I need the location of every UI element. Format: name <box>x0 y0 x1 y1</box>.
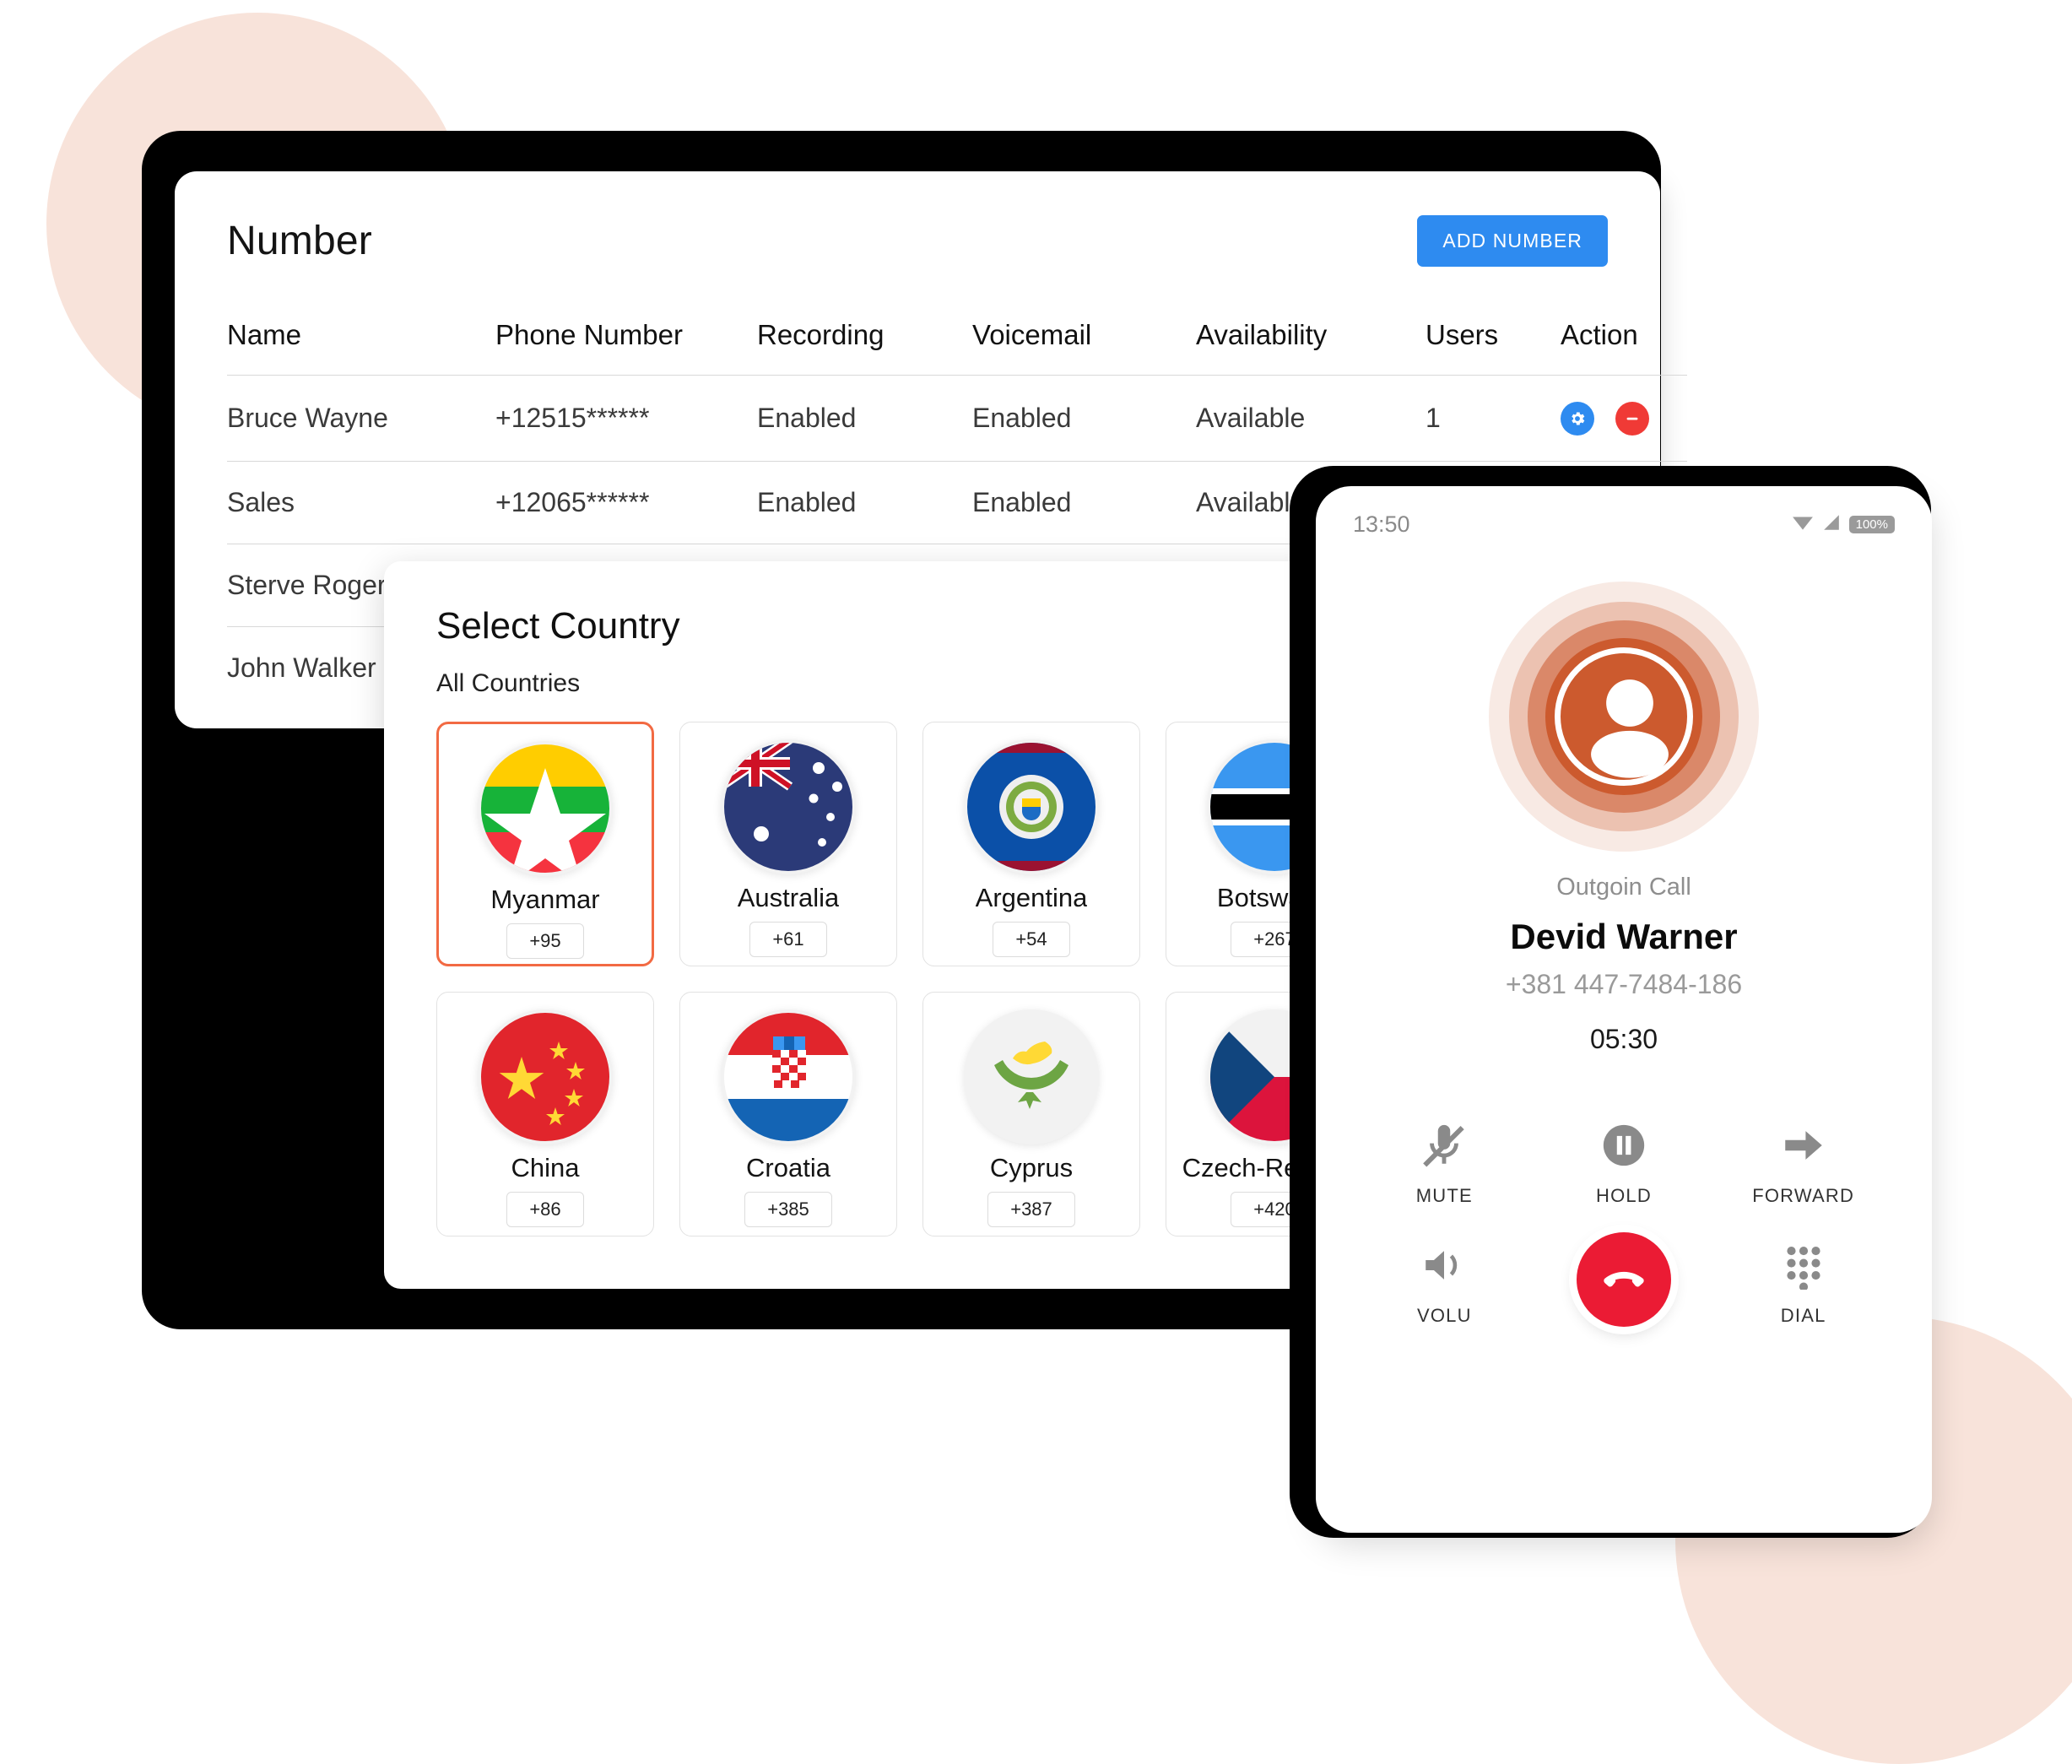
cell-phone: +12065****** <box>495 460 757 544</box>
battery-icon: 100% <box>1848 516 1895 533</box>
wifi-icon <box>1792 513 1814 536</box>
cell-name: Sales <box>227 460 495 544</box>
table-header-row: Name Phone Number Recording Voicemail Av… <box>227 319 1687 376</box>
table-row[interactable]: Bruce Wayne +12515****** Enabled Enabled… <box>227 375 1687 462</box>
country-dial-code: +61 <box>749 922 827 957</box>
cell-recording: Enabled <box>757 460 972 544</box>
arrow-right-icon <box>1779 1112 1828 1178</box>
country-name: Australia <box>737 883 840 912</box>
cell-recording: Enabled <box>757 375 972 462</box>
china-flag-icon <box>478 1009 613 1144</box>
country-dial-code: +385 <box>744 1192 832 1227</box>
cell-phone: +12515****** <box>495 375 757 462</box>
column-header-availability: Availability <box>1196 319 1328 350</box>
caller-avatar <box>1489 582 1759 852</box>
country-tile-australia[interactable]: Australia +61 <box>679 722 897 966</box>
speaker-icon <box>1420 1232 1469 1298</box>
forward-button[interactable]: FORWARD <box>1713 1112 1893 1207</box>
country-name: Cyprus <box>989 1153 1074 1182</box>
gear-icon[interactable] <box>1561 401 1594 436</box>
country-tile-cyprus[interactable]: Cyprus +387 <box>922 992 1140 1236</box>
caller-name: Devid Warner <box>1510 917 1738 956</box>
country-tile-china[interactable]: China +86 <box>436 992 654 1236</box>
remove-icon[interactable] <box>1615 401 1649 436</box>
add-number-button[interactable]: ADD NUMBER <box>1417 215 1608 267</box>
call-duration: 05:30 <box>1589 1024 1658 1054</box>
cell-users: 1 <box>1426 375 1561 462</box>
myanmar-flag-icon <box>478 741 613 876</box>
country-name: China <box>511 1153 580 1182</box>
cyprus-flag-icon <box>964 1009 1099 1144</box>
volume-button[interactable]: VOLU <box>1355 1232 1534 1334</box>
country-tile-myanmar[interactable]: Myanmar +95 <box>436 722 654 966</box>
person-icon <box>1591 679 1669 778</box>
country-tile-croatia[interactable]: Croatia +385 <box>679 992 897 1236</box>
keypad-icon <box>1779 1232 1828 1298</box>
country-dial-code: +86 <box>506 1192 584 1227</box>
end-call-icon <box>1604 1271 1644 1287</box>
country-grid: Myanmar +95 Australia +61 Argentina +54 … <box>384 698 1383 1236</box>
country-dial-code: +387 <box>987 1192 1075 1227</box>
status-bar-time: 13:50 <box>1353 511 1410 537</box>
call-controls: MUTE HOLD FORWARD VOLU DIAL <box>1316 1112 1932 1334</box>
pause-icon <box>1599 1112 1648 1178</box>
column-header-voicemail: Voicemail <box>972 319 1092 350</box>
column-header-phone-number: Phone Number <box>495 319 683 350</box>
column-header-recording: Recording <box>757 319 885 350</box>
signal-icon <box>1822 513 1841 536</box>
country-name: Myanmar <box>490 885 600 914</box>
cell-action <box>1561 375 1687 462</box>
country-tile-argentina[interactable]: Argentina +54 <box>922 722 1140 966</box>
control-label: VOLU <box>1416 1305 1472 1326</box>
control-label: HOLD <box>1596 1185 1652 1206</box>
caller-number: +381 447-7484-186 <box>1505 969 1743 999</box>
cell-voicemail: Enabled <box>972 375 1196 462</box>
country-name: Argentina <box>975 883 1088 912</box>
number-panel-header: Number ADD NUMBER <box>175 171 1660 267</box>
call-screen: 13:50 100% Outgoin Call Devid Warner +38… <box>1316 486 1932 1533</box>
mute-button[interactable]: MUTE <box>1355 1112 1534 1207</box>
cell-availability: Available <box>1196 375 1426 462</box>
dial-button[interactable]: DIAL <box>1713 1232 1893 1334</box>
australia-flag-icon <box>721 739 856 874</box>
hold-button[interactable]: HOLD <box>1534 1112 1714 1207</box>
avatar-disc <box>1555 647 1693 786</box>
croatia-flag-icon <box>721 1009 856 1144</box>
all-countries-label: All Countries <box>436 669 581 697</box>
control-label: DIAL <box>1780 1305 1826 1326</box>
end-call-wrapper <box>1534 1232 1714 1334</box>
cell-name: Bruce Wayne <box>227 375 495 462</box>
country-dial-code: +54 <box>993 922 1070 957</box>
mic-off-icon <box>1420 1112 1469 1178</box>
country-name: Croatia <box>746 1153 830 1182</box>
cell-voicemail: Enabled <box>972 460 1196 544</box>
page-title: Number <box>227 219 372 263</box>
end-call-button[interactable] <box>1576 1232 1671 1327</box>
column-header-users: Users <box>1426 319 1499 350</box>
status-bar-icons: 100% <box>1792 513 1895 536</box>
argentina-flag-icon <box>964 739 1099 874</box>
select-country-panel: Select Country All Countries Myanmar +95 <box>384 561 1383 1289</box>
column-header-action: Action <box>1561 319 1638 350</box>
control-label: MUTE <box>1415 1185 1473 1206</box>
call-status-label: Outgoin Call <box>1556 874 1691 901</box>
country-dial-code: +95 <box>506 923 584 959</box>
select-country-title: Select Country <box>436 605 680 647</box>
column-header-name: Name <box>227 319 302 350</box>
control-label: FORWARD <box>1752 1185 1855 1206</box>
status-bar: 13:50 100% <box>1316 486 1932 538</box>
